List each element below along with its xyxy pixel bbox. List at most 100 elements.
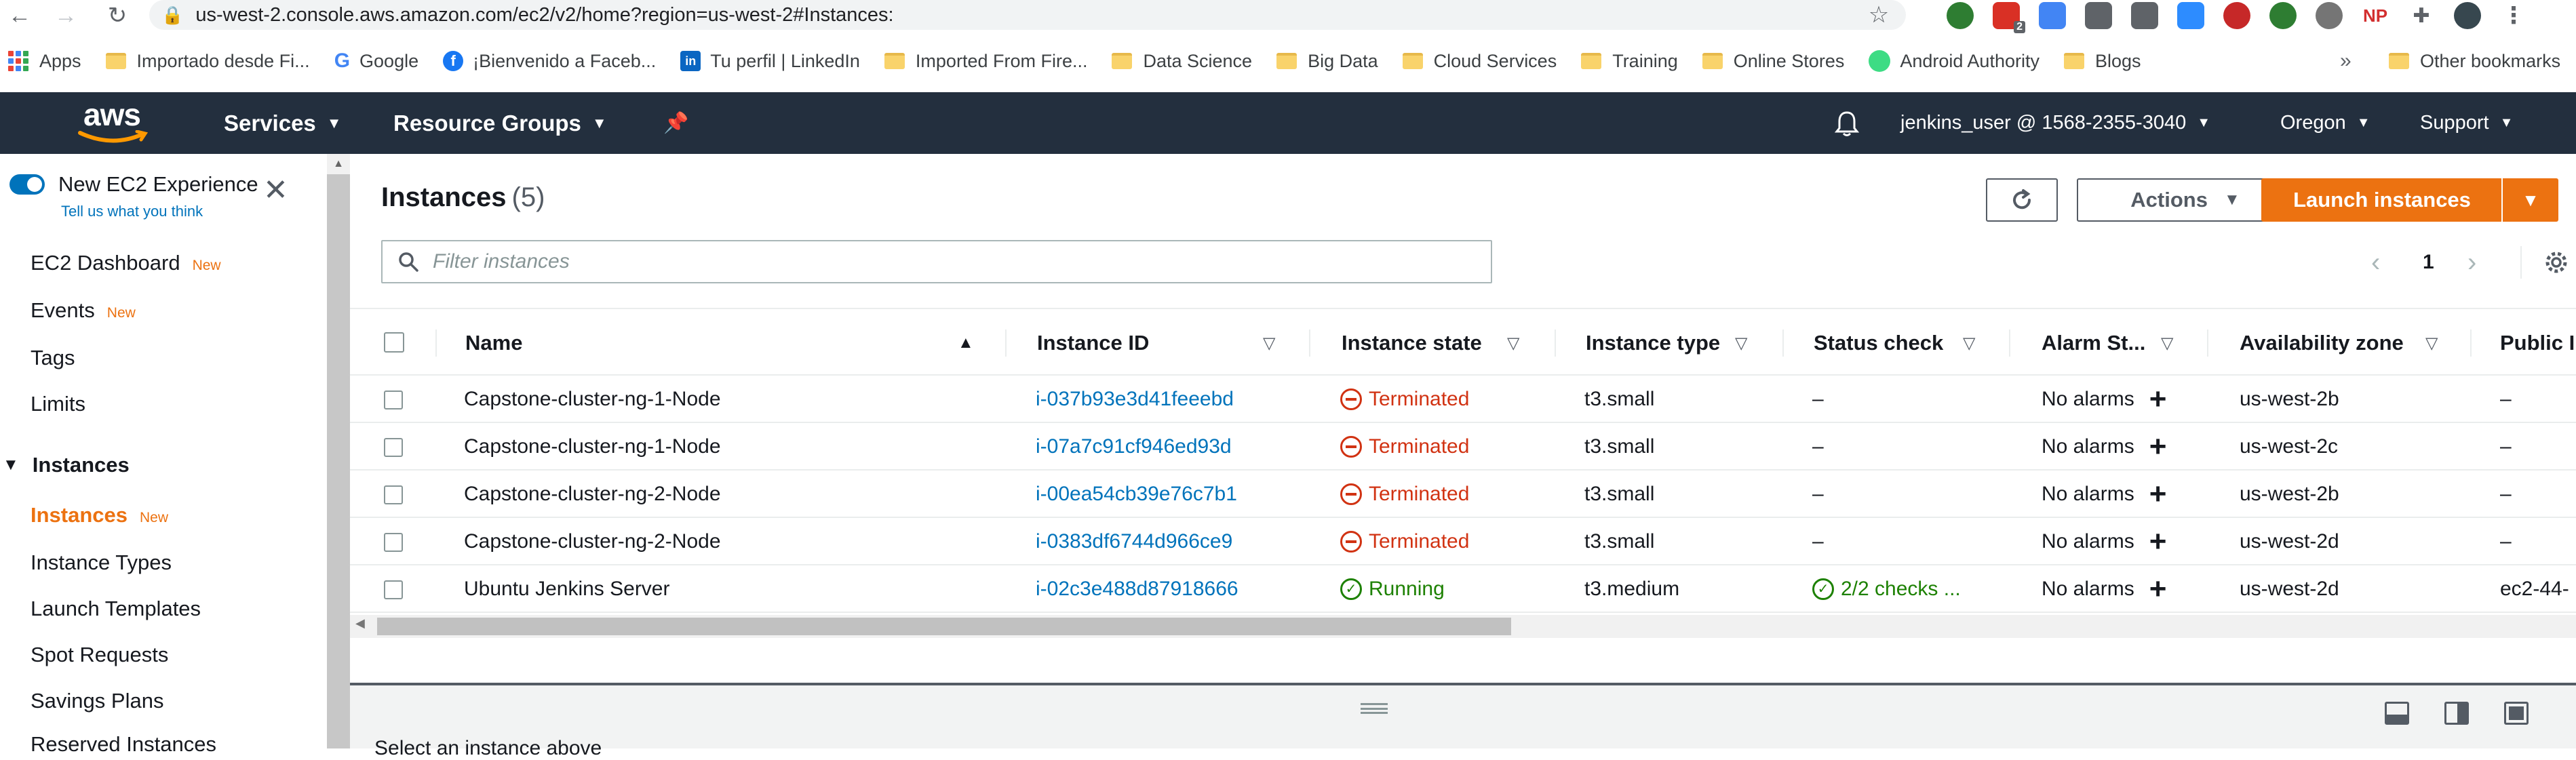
next-page-icon[interactable]: › xyxy=(2467,247,2476,277)
reload-icon[interactable]: ↻ xyxy=(100,0,134,31)
sidebar-item-spot-requests[interactable]: Spot Requests xyxy=(31,643,168,667)
bookmark-blogs[interactable]: Blogs xyxy=(2063,51,2141,72)
bookmark-cloud-services[interactable]: Cloud Services xyxy=(1402,51,1557,72)
sidebar-item-instances[interactable]: Instances New xyxy=(31,503,168,527)
settings-gear-icon[interactable] xyxy=(2520,246,2569,279)
sidebar-section-instances[interactable]: ▼ Instances xyxy=(3,453,130,477)
filter-input[interactable] xyxy=(433,250,1382,273)
account-menu[interactable]: jenkins_user @ 1568-2355-3040 ▼ xyxy=(1900,92,2210,154)
sort-icon[interactable]: ▽ xyxy=(1507,309,1519,377)
row-checkbox[interactable] xyxy=(384,533,403,552)
column-header-availability-zone[interactable]: Availability zone xyxy=(2240,309,2404,377)
sort-icon[interactable]: ▽ xyxy=(1263,309,1275,377)
sidebar-item-events[interactable]: Events New xyxy=(31,298,136,323)
extension-calendar-icon[interactable]: 2 xyxy=(1993,2,2025,33)
new-experience-toggle[interactable] xyxy=(9,174,45,195)
split-pane-divider[interactable] xyxy=(350,683,2576,685)
row-checkbox[interactable] xyxy=(384,485,403,504)
bookmark-other[interactable]: Other bookmarks xyxy=(2389,41,2560,81)
profile-avatar[interactable] xyxy=(2454,2,2481,29)
bookmark-facebook[interactable]: f ¡Bienvenido a Faceb... xyxy=(443,51,656,72)
bookmark-online-stores[interactable]: Online Stores xyxy=(1702,51,1844,72)
extension-np-icon[interactable]: NP xyxy=(2362,2,2389,29)
extension-camera-icon[interactable] xyxy=(2177,2,2204,29)
feedback-link[interactable]: Tell us what you think xyxy=(61,203,203,220)
add-alarm-plus-icon[interactable]: + xyxy=(2149,527,2167,557)
support-menu[interactable]: Support ▼ xyxy=(2420,92,2513,154)
instance-id-link[interactable]: i-00ea54cb39e76c7b1 xyxy=(1036,471,1237,518)
instance-id-link[interactable]: i-037b93e3d41feeebd xyxy=(1036,376,1234,423)
sort-icon[interactable]: ▽ xyxy=(2425,309,2438,377)
forward-arrow-icon[interactable]: → xyxy=(49,0,83,31)
sidebar-item-launch-templates[interactable]: Launch Templates xyxy=(31,597,201,621)
sidebar-scrollbar[interactable]: ▲ xyxy=(327,154,350,748)
table-row[interactable]: Capstone-cluster-ng-1-Node i-037b93e3d41… xyxy=(350,376,2576,423)
sort-ascending-icon[interactable]: ▲ xyxy=(958,309,974,377)
bookmark-google[interactable]: G Google xyxy=(334,49,418,73)
extension-record-icon[interactable] xyxy=(2223,2,2250,29)
region-menu[interactable]: Oregon ▼ xyxy=(2280,92,2370,154)
scroll-left-icon[interactable]: ◀ xyxy=(355,616,365,631)
add-alarm-plus-icon[interactable]: + xyxy=(2149,384,2167,414)
add-alarm-plus-icon[interactable]: + xyxy=(2149,574,2167,604)
column-header-public-dns[interactable]: Public I xyxy=(2500,309,2575,377)
sort-icon[interactable]: ▽ xyxy=(2161,309,2173,377)
row-checkbox[interactable] xyxy=(384,580,403,599)
extension-translate-icon[interactable] xyxy=(2039,2,2066,29)
extension-robot-icon[interactable] xyxy=(2316,2,2343,29)
add-alarm-plus-icon[interactable]: + xyxy=(2149,432,2167,462)
extension-screen-icon[interactable] xyxy=(2131,2,2158,29)
add-alarm-plus-icon[interactable]: + xyxy=(2149,479,2167,509)
bookmark-imported[interactable]: Imported From Fire... xyxy=(884,51,1087,72)
bookmark-linkedin[interactable]: in Tu perfil | LinkedIn xyxy=(680,51,860,72)
scrollbar-thumb[interactable] xyxy=(377,618,1511,635)
table-row[interactable]: Capstone-cluster-ng-2-Node i-00ea54cb39e… xyxy=(350,471,2576,518)
column-header-status-check[interactable]: Status check xyxy=(1814,309,1943,377)
row-checkbox[interactable] xyxy=(384,391,403,409)
row-checkbox[interactable] xyxy=(384,438,403,457)
bookmark-android-authority[interactable]: Android Authority xyxy=(1869,50,2040,72)
aws-logo[interactable]: aws xyxy=(75,99,149,146)
bookmark-importado[interactable]: Importado desde Fi... xyxy=(105,51,310,72)
bookmark-data-science[interactable]: Data Science xyxy=(1112,51,1252,72)
back-arrow-icon[interactable]: ← xyxy=(3,0,37,31)
chrome-menu-icon[interactable]: ⋮ xyxy=(2500,2,2527,29)
address-bar[interactable]: 🔒 us-west-2.console.aws.amazon.com/ec2/v… xyxy=(149,0,1906,30)
column-header-name[interactable]: Name xyxy=(465,309,522,377)
bookmark-apps[interactable]: Apps xyxy=(8,51,81,72)
sidebar-item-tags[interactable]: Tags xyxy=(31,346,75,370)
bookmark-star-icon[interactable]: ☆ xyxy=(1852,1,1906,28)
more-bookmarks-chevron-icon[interactable]: » xyxy=(2340,41,2351,81)
column-header-instance-id[interactable]: Instance ID xyxy=(1037,309,1149,377)
sidebar-item-instance-types[interactable]: Instance Types xyxy=(31,551,172,575)
prev-page-icon[interactable]: ‹ xyxy=(2371,247,2380,277)
filter-box[interactable] xyxy=(381,240,1492,283)
current-page[interactable]: 1 xyxy=(2423,249,2434,276)
column-header-instance-type[interactable]: Instance type xyxy=(1586,309,1720,377)
launch-options-dropdown[interactable]: ▼ xyxy=(2501,178,2558,222)
no-split-icon[interactable] xyxy=(2504,702,2529,725)
sidebar-item-reserved-instances[interactable]: Reserved Instances xyxy=(31,732,216,757)
table-row[interactable]: Ubuntu Jenkins Server i-02c3e488d8791866… xyxy=(350,565,2576,613)
bell-icon[interactable] xyxy=(1834,92,1860,154)
table-horizontal-scrollbar[interactable]: ◀ xyxy=(350,615,2576,638)
instance-id-link[interactable]: i-02c3e488d87918666 xyxy=(1036,565,1238,613)
extension-power-icon[interactable] xyxy=(2269,2,2297,29)
split-bottom-icon[interactable] xyxy=(2385,702,2409,725)
table-row[interactable]: Capstone-cluster-ng-2-Node i-0383df6744d… xyxy=(350,518,2576,565)
instance-id-link[interactable]: i-07a7c91cf946ed93d xyxy=(1036,423,1232,471)
sidebar-item-limits[interactable]: Limits xyxy=(31,392,85,416)
resource-groups-menu[interactable]: Resource Groups ▼ xyxy=(393,92,607,154)
sort-icon[interactable]: ▽ xyxy=(1735,309,1747,377)
extensions-puzzle-icon[interactable]: ✚ xyxy=(2408,2,2435,29)
sidebar-item-savings-plans[interactable]: Savings Plans xyxy=(31,689,163,713)
table-row[interactable]: Capstone-cluster-ng-1-Node i-07a7c91cf94… xyxy=(350,423,2576,471)
launch-instances-button[interactable]: Launch instances xyxy=(2261,178,2503,222)
sort-icon[interactable]: ▽ xyxy=(1963,309,1975,377)
split-side-icon[interactable] xyxy=(2444,702,2469,725)
scroll-up-icon[interactable]: ▲ xyxy=(327,154,350,174)
bookmark-training[interactable]: Training xyxy=(1581,51,1678,72)
column-header-alarm-status[interactable]: Alarm St... xyxy=(2042,309,2145,377)
services-menu[interactable]: Services ▼ xyxy=(224,92,342,154)
column-header-instance-state[interactable]: Instance state xyxy=(1342,309,1482,377)
